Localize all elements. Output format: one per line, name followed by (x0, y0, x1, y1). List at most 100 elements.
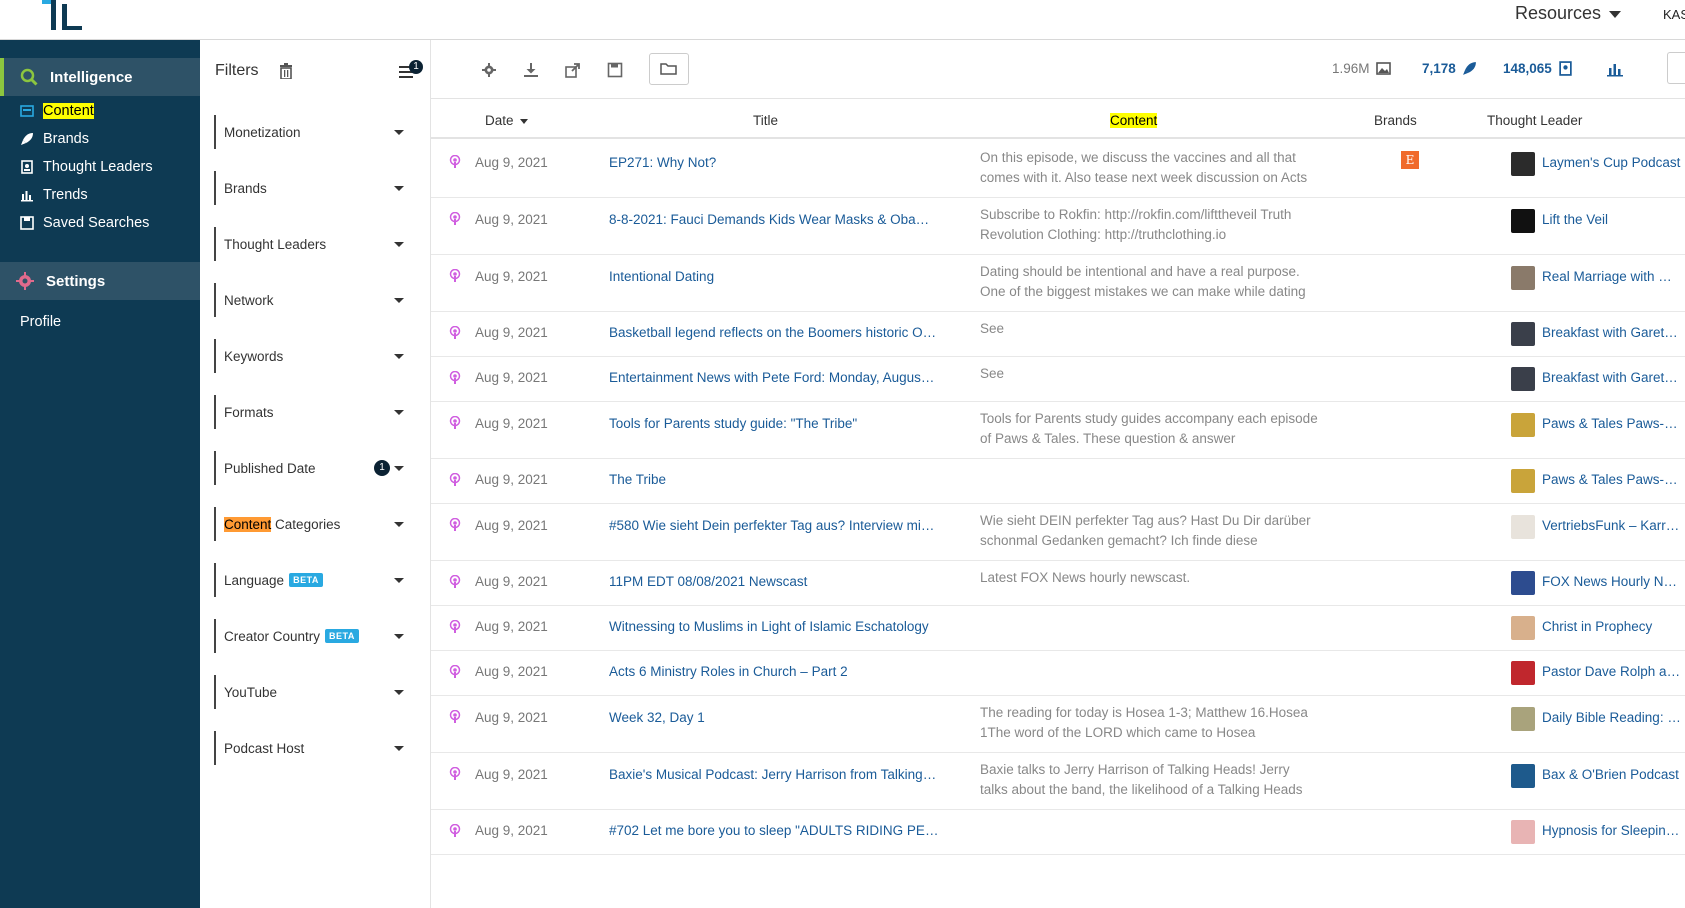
column-brands[interactable]: Brands (1374, 113, 1417, 128)
column-title[interactable]: Title (753, 113, 778, 128)
row-title-link[interactable]: Acts 6 Ministry Roles in Church – Part 2 (609, 664, 939, 679)
thought-leader-avatar[interactable] (1511, 322, 1535, 346)
row-title-link[interactable]: 11PM EDT 08/08/2021 Newscast (609, 574, 939, 589)
row-title-link[interactable]: EP271: Why Not? (609, 155, 939, 170)
thought-leader-link[interactable]: Christ in Prophecy (1542, 619, 1682, 634)
sidebar-item-brands[interactable]: Brands (20, 131, 89, 147)
thought-leader-avatar[interactable] (1511, 152, 1535, 176)
sidebar-section-intelligence[interactable]: Intelligence (0, 58, 200, 96)
filter-network[interactable]: Network (214, 283, 414, 317)
settings-cog-icon[interactable] (481, 62, 497, 78)
table-row[interactable]: Aug 9, 2021 Basketball legend reflects on… (431, 312, 1685, 357)
open-saved-button[interactable] (649, 53, 689, 85)
save-icon[interactable] (607, 62, 623, 78)
thought-leader-link[interactable]: Breakfast with Garet… (1542, 370, 1682, 385)
thought-leader-link[interactable]: Breakfast with Garet… (1542, 325, 1682, 340)
thought-leader-link[interactable]: Lift the Veil (1542, 212, 1682, 227)
row-title-link[interactable]: Entertainment News with Pete Ford: Monda… (609, 370, 939, 385)
thought-leader-link[interactable]: VertriebsFunk – Karr… (1542, 518, 1682, 533)
table-row[interactable]: Aug 9, 2021 EP271: Why Not? On this episod… (431, 141, 1685, 198)
filter-published-date[interactable]: Published Date 1 (214, 451, 414, 485)
trash-icon[interactable] (279, 63, 293, 79)
row-title-link[interactable]: Basketball legend reflects on the Boomer… (609, 325, 939, 340)
filter-language[interactable]: Language BETA (214, 563, 414, 597)
row-title-link[interactable]: #702 Let me bore you to sleep "ADULTS RI… (609, 823, 939, 838)
thought-leader-link[interactable]: Hypnosis for Sleepin… (1542, 823, 1682, 838)
table-row[interactable]: Aug 9, 2021 #580 Wie sieht Dein perfekter… (431, 504, 1685, 561)
sidebar-item-saved-searches[interactable]: Saved Searches (20, 215, 149, 231)
row-date: Aug 9, 2021 (475, 767, 548, 782)
table-row[interactable]: Aug 9, 2021 Witnessing to Muslims in Ligh… (431, 606, 1685, 651)
table-row[interactable]: Aug 9, 2021 11PM EDT 08/08/2021 Newscast L… (431, 561, 1685, 606)
row-title-link[interactable]: Tools for Parents study guide: "The Trib… (609, 416, 939, 431)
table-row[interactable]: Aug 9, 2021 Baxie's Musical Podcast: Jerr… (431, 753, 1685, 810)
table-row[interactable]: Aug 9, 2021 Acts 6 Ministry Roles in Chur… (431, 651, 1685, 696)
thought-leader-link[interactable]: FOX News Hourly N… (1542, 574, 1682, 589)
table-row[interactable]: Aug 9, 2021 #702 Let me bore you to sleep… (431, 810, 1685, 855)
thought-leader-avatar[interactable] (1511, 571, 1535, 595)
sidebar-item-content[interactable]: Content (20, 103, 94, 119)
table-row[interactable]: Aug 9, 2021 Week 32, Day 1 The reading for… (431, 696, 1685, 753)
thought-leader-avatar[interactable] (1511, 820, 1535, 844)
share-icon[interactable] (565, 62, 581, 78)
thought-leader-avatar[interactable] (1511, 515, 1535, 539)
filter-monetization[interactable]: Monetization (214, 115, 414, 149)
thought-leader-link[interactable]: Laymen's Cup Podcast (1542, 155, 1682, 170)
row-title-link[interactable]: 8-8-2021: Fauci Demands Kids Wear Masks … (609, 212, 939, 227)
thought-leader-link[interactable]: Bax & O'Brien Podcast (1542, 767, 1682, 782)
table-row[interactable]: Aug 9, 2021 Entertainment News with Pete … (431, 357, 1685, 402)
sidebar-item-profile[interactable]: Profile (20, 314, 61, 330)
filter-youtube[interactable]: YouTube (214, 675, 414, 709)
row-title-link[interactable]: Week 32, Day 1 (609, 710, 939, 725)
row-title-link[interactable]: Baxie's Musical Podcast: Jerry Harrison … (609, 767, 939, 782)
filter-brands[interactable]: Brands (214, 171, 414, 205)
brand-logo[interactable]: E (1401, 151, 1419, 169)
sidebar-item-thought-leaders[interactable]: Thought Leaders (20, 159, 153, 175)
user-menu[interactable]: KAS (1663, 7, 1685, 22)
thought-leader-link[interactable]: Daily Bible Reading: … (1542, 710, 1682, 725)
row-date: Aug 9, 2021 (475, 472, 548, 487)
row-title-link[interactable]: #580 Wie sieht Dein perfekter Tag aus? I… (609, 518, 939, 533)
row-title-link[interactable]: The Tribe (609, 472, 939, 487)
row-title-link[interactable]: Intentional Dating (609, 269, 939, 284)
thought-leader-avatar[interactable] (1511, 266, 1535, 290)
thought-leader-link[interactable]: Paws & Tales Paws-c… (1542, 416, 1682, 431)
stat-reach[interactable]: 7,178 (1422, 61, 1477, 76)
table-row[interactable]: Aug 9, 2021 Tools for Parents study guide… (431, 402, 1685, 459)
thought-leader-avatar[interactable] (1511, 661, 1535, 685)
filter-thought-leaders[interactable]: Thought Leaders (214, 227, 414, 261)
thought-leader-avatar[interactable] (1511, 469, 1535, 493)
sidebar-section-settings[interactable]: Settings (0, 262, 200, 300)
filter-podcast-host[interactable]: Podcast Host (214, 731, 414, 765)
thought-leader-link[interactable]: Real Marriage with … (1542, 269, 1682, 284)
row-title-link[interactable]: Witnessing to Muslims in Light of Islami… (609, 619, 939, 634)
table-row[interactable]: Aug 9, 2021 The Tribe Paws & Tales Paws-c… (431, 459, 1685, 504)
stat-leaders[interactable]: 148,065 (1503, 61, 1573, 76)
resources-menu[interactable]: Resources (1515, 3, 1622, 24)
thought-leader-avatar[interactable] (1511, 209, 1535, 233)
download-icon[interactable] (523, 62, 539, 78)
thought-leader-avatar[interactable] (1511, 367, 1535, 391)
bar-chart-icon[interactable] (1606, 61, 1624, 77)
podcast-icon (449, 575, 461, 588)
filter-content-categories[interactable]: Content Categories (214, 507, 414, 541)
row-date: Aug 9, 2021 (475, 416, 548, 431)
thought-leader-avatar[interactable] (1511, 413, 1535, 437)
thought-leader-avatar[interactable] (1511, 764, 1535, 788)
view-toggle-button[interactable] (1667, 52, 1685, 84)
active-filters-button[interactable]: 1 (399, 60, 423, 80)
thought-leader-avatar[interactable] (1511, 616, 1535, 640)
filter-keywords[interactable]: Keywords (214, 339, 414, 373)
column-thought-leader[interactable]: Thought Leader (1487, 113, 1582, 128)
filter-creator-country[interactable]: Creator Country BETA (214, 619, 414, 653)
thought-leader-link[interactable]: Paws & Tales Paws-c… (1542, 472, 1682, 487)
thought-leader-link[interactable]: Pastor Dave Rolph at … (1542, 664, 1682, 679)
table-row[interactable]: Aug 9, 2021 Intentional Dating Dating shou… (431, 255, 1685, 312)
thought-leader-avatar[interactable] (1511, 707, 1535, 731)
table-row[interactable]: Aug 9, 2021 8-8-2021: Fauci Demands Kids … (431, 198, 1685, 255)
column-date[interactable]: Date (485, 113, 528, 128)
tl-logo[interactable] (42, 0, 86, 34)
column-content[interactable]: Content (1110, 113, 1158, 128)
sidebar-item-trends[interactable]: Trends (20, 187, 88, 203)
filter-formats[interactable]: Formats (214, 395, 414, 429)
